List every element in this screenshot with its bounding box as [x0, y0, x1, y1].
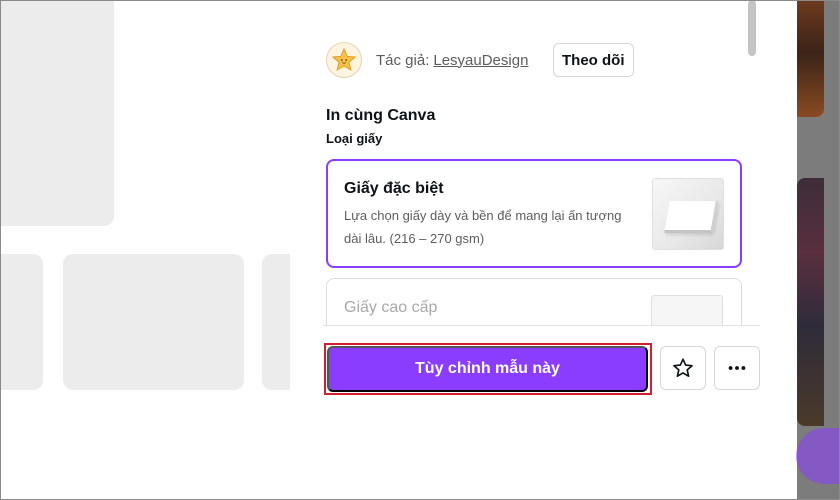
author-row: Tác giả: LesyauDesign [326, 42, 528, 78]
background-template-thumbnail [797, 0, 824, 117]
paper-sample-image [651, 295, 723, 326]
star-icon [673, 358, 693, 377]
panel-scrollbar[interactable] [747, 0, 757, 326]
paper-option-name: Giấy cao cấp [344, 299, 438, 316]
more-options-button[interactable] [714, 346, 760, 390]
star-avatar-icon [331, 47, 357, 72]
follow-button[interactable]: Theo dõi [553, 43, 634, 77]
scrollbar-thumb[interactable] [748, 0, 756, 56]
paper-sample-image [652, 178, 724, 250]
paper-type-label: Loại giấy [326, 131, 383, 146]
panel-scroll-area: Tác giả: LesyauDesign Theo dõi In cùng C… [290, 0, 760, 326]
background-template-thumbnail [797, 178, 824, 426]
template-detail-panel: Tác giả: LesyauDesign Theo dõi In cùng C… [290, 0, 797, 416]
paper-option-name: Giấy đặc biệt [344, 180, 444, 197]
print-section-title: In cùng Canva [326, 107, 436, 124]
author-label: Tác giả: [376, 51, 430, 69]
author-avatar[interactable] [326, 42, 362, 78]
template-placeholder [63, 254, 244, 390]
more-horizontal-icon [728, 366, 746, 370]
template-placeholder [0, 0, 114, 226]
template-placeholder [0, 254, 43, 390]
favorite-button[interactable] [660, 346, 706, 390]
paper-option-premium[interactable]: Giấy cao cấp [326, 278, 742, 326]
paper-option-description: Lựa chọn giấy dày và bền để mang lại ấn … [344, 208, 622, 246]
customize-template-button[interactable]: Tùy chỉnh mẫu này [327, 346, 648, 392]
panel-footer: Tùy chỉnh mẫu này [290, 326, 797, 416]
author-name-link[interactable]: LesyauDesign [433, 52, 528, 69]
paper-option-special[interactable]: Giấy đặc biệt Lựa chọn giấy dày và bền đ… [326, 159, 742, 268]
